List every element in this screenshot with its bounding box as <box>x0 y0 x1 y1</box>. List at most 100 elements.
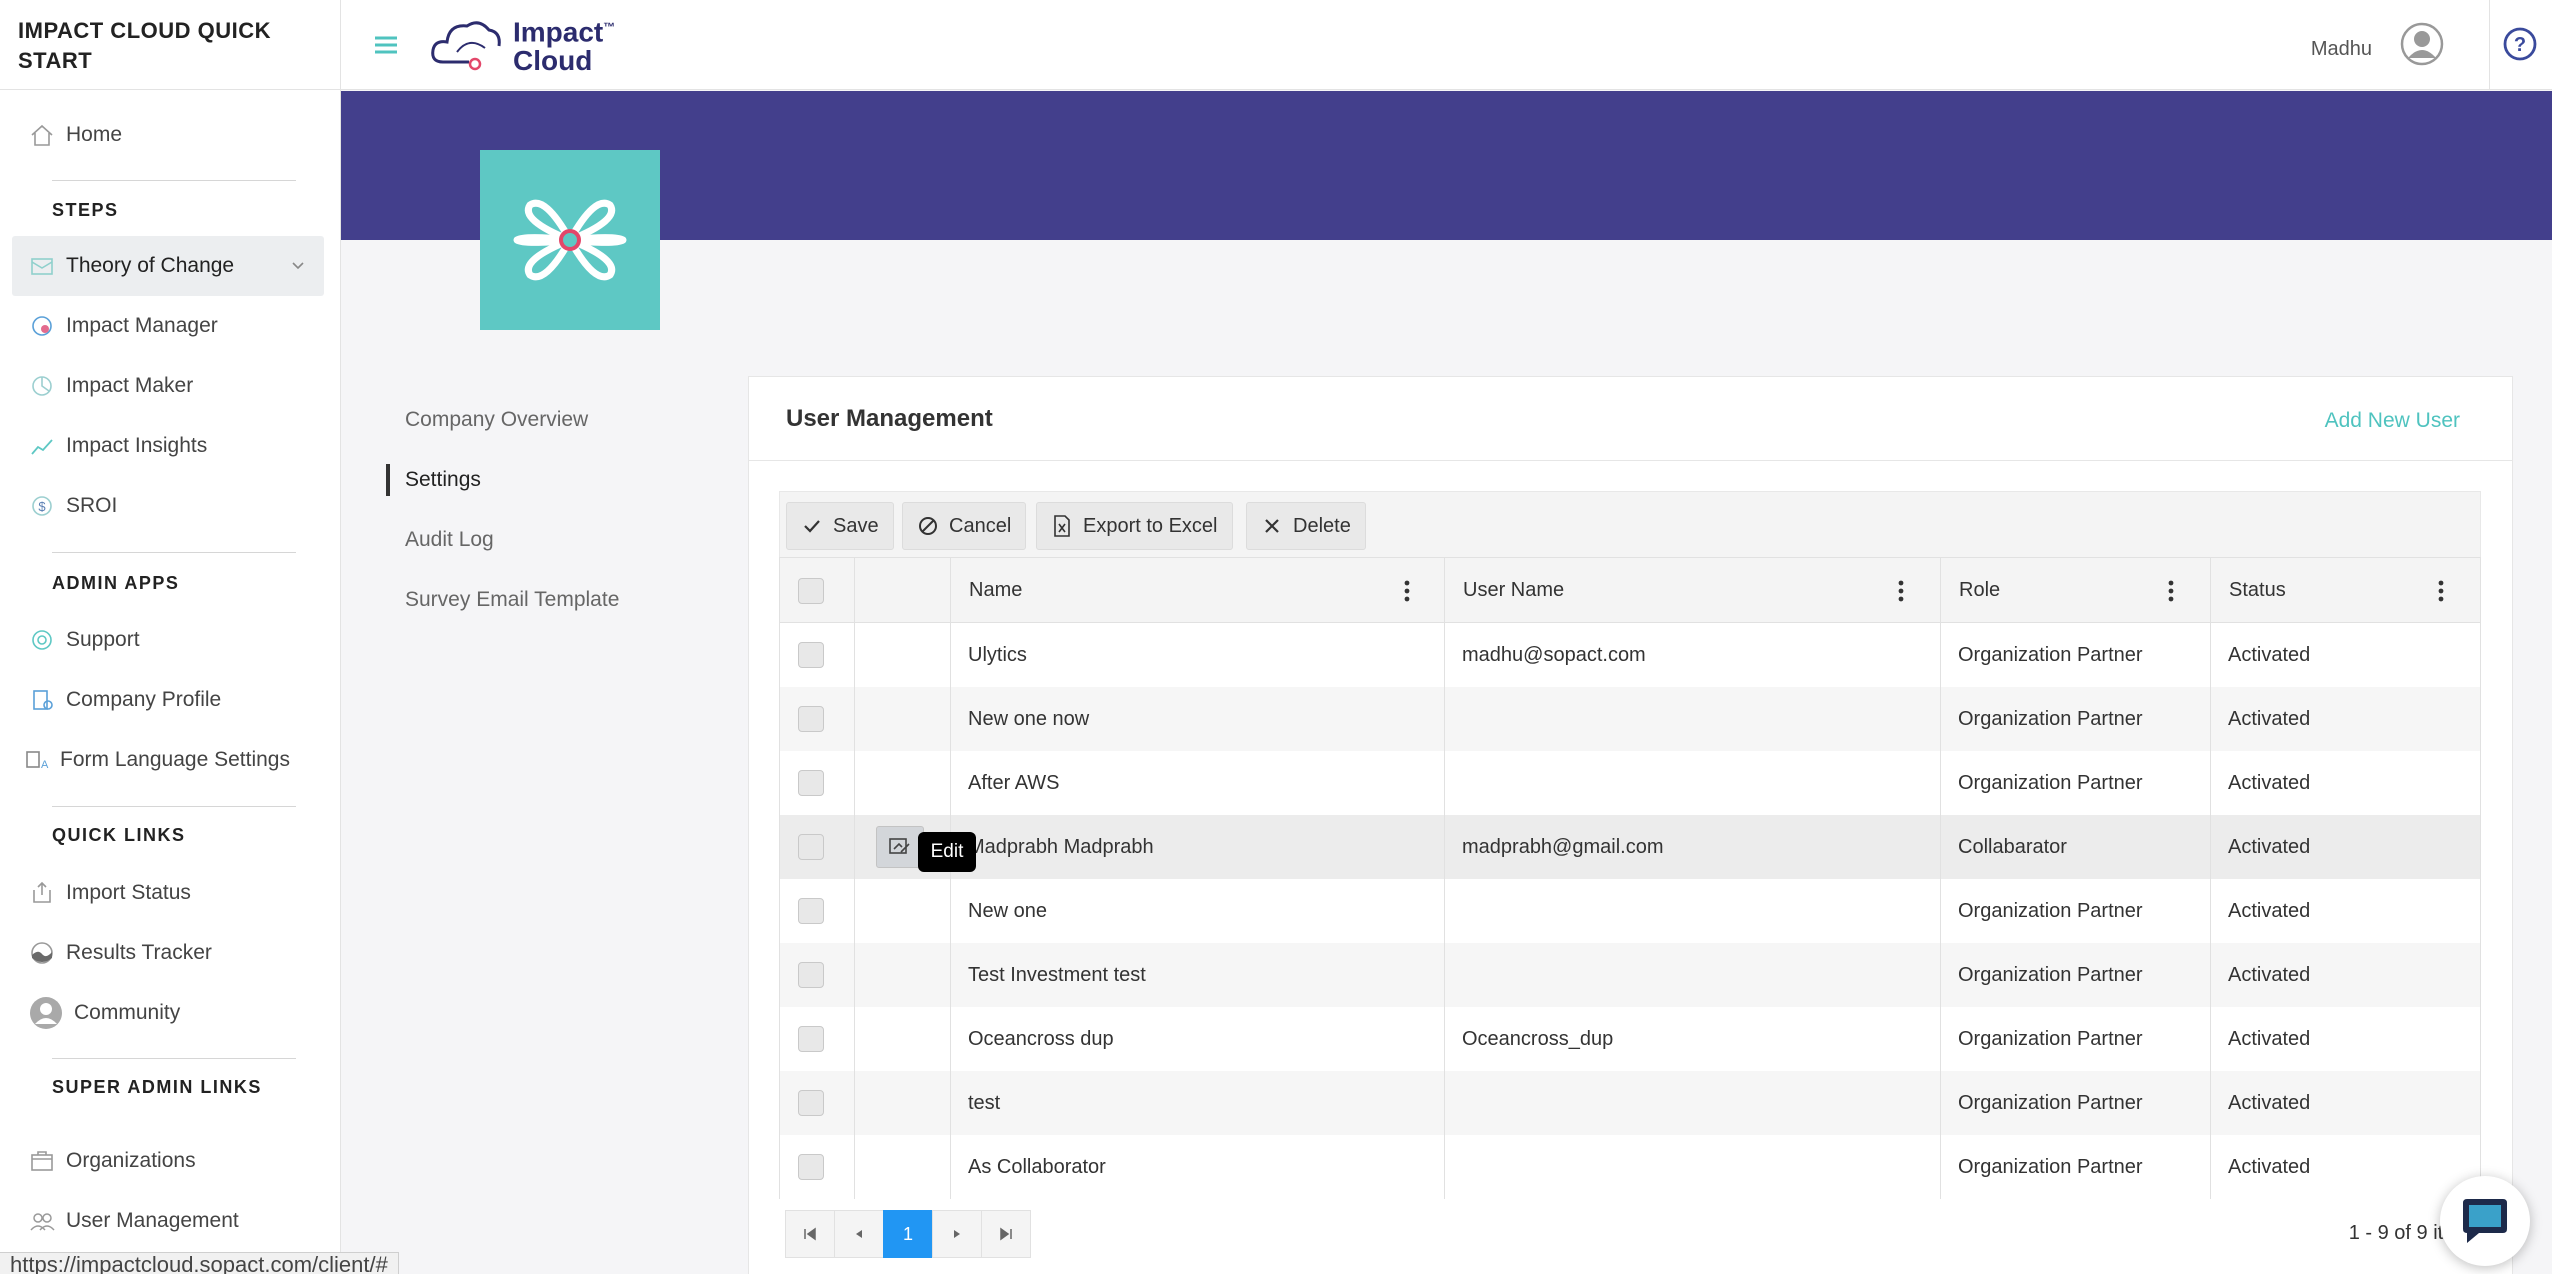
table-row[interactable]: New one now Organization Partner Activated <box>779 687 2481 751</box>
sidebar-item-user-management[interactable]: User Management <box>12 1191 324 1251</box>
divider <box>950 1135 951 1199</box>
divider <box>2210 815 2211 879</box>
divider <box>1940 687 1941 751</box>
next-page-icon[interactable] <box>932 1210 982 1258</box>
table-row[interactable]: As Collaborator Organization Partner Activ… <box>779 1135 2481 1199</box>
last-page-icon[interactable] <box>981 1210 1031 1258</box>
cell-name: Madprabh Madprabh <box>968 835 1154 858</box>
divider <box>1444 815 1445 879</box>
sidebar-item-label: Theory of Change <box>66 254 235 277</box>
export-to-excel-button[interactable]: Export to Excel <box>1036 502 1233 550</box>
hamburger-menu-icon[interactable] <box>371 30 401 60</box>
sidebar-item-community[interactable]: Community <box>12 983 324 1043</box>
cancel-button[interactable]: Cancel <box>902 502 1027 550</box>
column-menu-icon[interactable] <box>2438 580 2444 602</box>
table-row[interactable]: test Organization Partner Activated <box>779 1071 2481 1135</box>
svg-text:A: A <box>41 759 49 771</box>
sidebar-item-impact-manager[interactable]: Impact Manager <box>12 296 324 356</box>
divider <box>1940 815 1941 879</box>
table-row[interactable]: After AWS Organization Partner Activated <box>779 751 2481 815</box>
divider <box>1940 879 1941 943</box>
add-new-user-link[interactable]: Add New User <box>2325 409 2460 433</box>
cell-username <box>1462 1135 1932 1199</box>
sidebar-item-label: Support <box>66 628 140 651</box>
sidebar-item-company-profile[interactable]: Company Profile <box>12 670 324 730</box>
sidebar-item-theory-of-change[interactable]: Theory of Change <box>12 236 324 296</box>
sidebar-item-label: Company Profile <box>66 688 222 711</box>
sidebar-item-impact-insights[interactable]: Impact Insights <box>12 416 324 476</box>
cell-name: test <box>968 1091 1001 1114</box>
page-button-current[interactable]: 1 <box>883 1210 933 1258</box>
sidebar-item-support[interactable]: Support <box>12 610 324 670</box>
grid-toolbar: Save Cancel Export to Excel Delete <box>779 491 2481 557</box>
column-menu-icon[interactable] <box>2168 580 2174 602</box>
impact-cloud-logo[interactable]: Impact™ Cloud <box>429 12 615 76</box>
previous-page-icon[interactable] <box>834 1210 884 1258</box>
users-icon <box>28 1207 56 1235</box>
organizations-icon <box>28 1147 56 1175</box>
row-checkbox[interactable] <box>798 898 824 924</box>
table-row[interactable]: Madprabh Madprabh madprabh@gmail.com Colla… <box>779 815 2481 879</box>
nav-company-overview[interactable]: Company Overview <box>405 408 588 432</box>
sidebar-item-sroi[interactable]: $ SROI <box>12 476 324 536</box>
divider <box>854 1007 855 1071</box>
column-menu-icon[interactable] <box>1404 580 1410 602</box>
chat-support-button[interactable] <box>2440 1176 2530 1266</box>
table-row[interactable]: Test Investment test Organization Partner… <box>779 943 2481 1007</box>
top-bar: Impact™ Cloud Madhu ? <box>341 0 2552 90</box>
column-header-status[interactable]: Status <box>2210 558 2480 622</box>
row-checkbox[interactable] <box>798 1154 824 1180</box>
delete-button[interactable]: Delete <box>1246 502 1366 550</box>
sidebar-divider <box>52 180 296 181</box>
card-title: User Management <box>786 405 993 432</box>
edit-row-button[interactable] <box>876 826 924 868</box>
table-row[interactable]: Ulytics madhu@sopact.com Organization Part… <box>779 623 2481 687</box>
column-menu-icon[interactable] <box>1898 580 1904 602</box>
table-row[interactable]: New one Organization Partner Activated <box>779 879 2481 943</box>
cell-role: Organization Partner <box>1958 643 2143 666</box>
app-title: IMPACT CLOUD QUICK START <box>0 0 340 90</box>
company-profile-icon <box>28 686 56 714</box>
company-logo <box>480 150 660 330</box>
sidebar-item-organizations[interactable]: Organizations <box>12 1131 324 1191</box>
nav-audit-log[interactable]: Audit Log <box>405 528 494 552</box>
row-checkbox[interactable] <box>798 770 824 796</box>
sidebar-item-form-language-settings[interactable]: A Form Language Settings <box>12 730 324 790</box>
cell-role: Collabarator <box>1958 835 2067 858</box>
theory-of-change-icon <box>28 252 56 280</box>
divider <box>854 623 855 687</box>
user-avatar-icon[interactable] <box>2400 22 2444 66</box>
divider <box>1444 943 1445 1007</box>
row-checkbox[interactable] <box>798 706 824 732</box>
select-all-checkbox[interactable] <box>798 578 824 604</box>
column-header-username[interactable]: User Name <box>1444 558 1940 622</box>
nav-settings[interactable]: Settings <box>405 468 481 492</box>
first-page-icon[interactable] <box>785 1210 835 1258</box>
column-header-role[interactable]: Role <box>1940 558 2210 622</box>
row-checkbox[interactable] <box>798 1090 824 1116</box>
row-checkbox[interactable] <box>798 642 824 668</box>
sidebar-item-results-tracker[interactable]: Results Tracker <box>12 923 324 983</box>
divider <box>1444 1135 1445 1199</box>
divider <box>1940 1135 1941 1199</box>
sidebar-divider <box>52 552 296 553</box>
sidebar-item-import-status[interactable]: Import Status <box>12 863 324 923</box>
save-button[interactable]: Save <box>786 502 894 550</box>
cloud-logo-icon <box>431 21 501 71</box>
chevron-down-icon[interactable] <box>290 256 306 280</box>
row-checkbox[interactable] <box>798 834 824 860</box>
user-name[interactable]: Madhu <box>2311 38 2372 61</box>
column-header-name[interactable]: Name <box>950 558 1444 622</box>
cell-name: After AWS <box>968 771 1060 794</box>
divider <box>950 1007 951 1071</box>
cell-status: Activated <box>2228 835 2311 858</box>
divider <box>2210 1071 2211 1135</box>
nav-active-indicator <box>386 464 390 496</box>
row-checkbox[interactable] <box>798 962 824 988</box>
sidebar-item-impact-maker[interactable]: Impact Maker <box>12 356 324 416</box>
sidebar-item-home[interactable]: Home <box>12 105 324 165</box>
help-icon[interactable]: ? <box>2502 26 2538 62</box>
table-row[interactable]: Oceancross dup Oceancross_dup Organization… <box>779 1007 2481 1071</box>
row-checkbox[interactable] <box>798 1026 824 1052</box>
nav-survey-email-template[interactable]: Survey Email Template <box>405 588 619 612</box>
